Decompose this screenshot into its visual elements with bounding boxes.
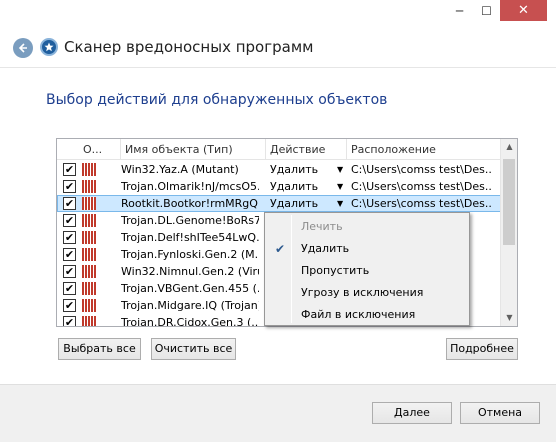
threat-level-icon: [82, 282, 96, 295]
clear-all-button[interactable]: Очистить все: [151, 338, 236, 360]
object-name: Trojan.Midgare.IQ (Trojan): [121, 299, 259, 312]
threat-level-icon: [82, 163, 96, 176]
shield-icon: [40, 38, 58, 56]
object-name: Win32.Yaz.A (Mutant): [121, 163, 239, 176]
object-location: C:\Users\comss test\Des...: [351, 180, 491, 193]
back-arrow-icon[interactable]: [13, 38, 33, 58]
object-location: C:\Users\comss test\Des...: [351, 163, 491, 176]
table-row[interactable]: ✔ Win32.Yaz.A (Mutant) Удалить ▼ C:\User…: [57, 161, 501, 178]
table-row-selected[interactable]: ✔ Rootkit.Bootkor!rmMRgQ... Удалить ▼ C:…: [57, 195, 501, 212]
row-checkbox[interactable]: ✔: [63, 282, 76, 295]
row-checkbox[interactable]: ✔: [63, 180, 76, 193]
menu-item-cure: Лечить: [267, 216, 467, 238]
column-header-object[interactable]: О...: [79, 139, 121, 160]
row-checkbox[interactable]: ✔: [63, 163, 76, 176]
menu-item-file-exclusions[interactable]: Файл в исключения: [267, 304, 467, 326]
scroll-down-icon[interactable]: ▼: [501, 310, 517, 326]
menu-item-delete[interactable]: ✔ Удалить: [267, 238, 467, 260]
scroll-up-icon[interactable]: ▲: [501, 139, 517, 155]
details-button[interactable]: Подробнее: [446, 338, 518, 360]
row-checkbox[interactable]: ✔: [63, 299, 76, 312]
vertical-scrollbar[interactable]: ▲ ▼: [500, 139, 517, 326]
row-checkbox[interactable]: ✔: [63, 265, 76, 278]
object-name: Trojan.DR.Cidox.Gen.3 (...: [121, 316, 259, 327]
row-checkbox[interactable]: ✔: [63, 316, 76, 326]
menu-item-label: Файл в исключения: [301, 308, 416, 321]
page-heading: Выбор действий для обнаруженных объектов: [46, 92, 388, 108]
object-name: Rootkit.Bootkor!rmMRgQ...: [121, 197, 259, 210]
menu-item-label: Удалить: [301, 242, 350, 255]
scrollbar-thumb[interactable]: [503, 159, 515, 245]
threat-level-icon: [82, 180, 96, 193]
menu-item-skip[interactable]: Пропустить: [267, 260, 467, 282]
action-context-menu: Лечить ✔ Удалить Пропустить Угрозу в иск…: [264, 212, 470, 326]
row-checkbox[interactable]: ✔: [63, 248, 76, 261]
column-header-name[interactable]: Имя объекта (Тип): [121, 139, 266, 160]
threat-level-icon: [82, 265, 96, 278]
threat-level-icon: [82, 248, 96, 261]
maximize-button[interactable]: ☐: [473, 0, 500, 21]
column-header-action[interactable]: Действие: [266, 139, 347, 160]
object-name: Trojan.DL.Genome!BoRs7...: [121, 214, 259, 227]
dialog-footer: Далее Отмена: [0, 384, 556, 442]
object-name: Trojan.Fynloski.Gen.2 (M...: [121, 248, 259, 261]
row-checkbox[interactable]: ✔: [63, 214, 76, 227]
menu-item-label: Лечить: [301, 220, 343, 233]
threat-level-icon: [82, 316, 96, 326]
menu-item-label: Угрозу в исключения: [301, 286, 424, 299]
threat-level-icon: [82, 197, 96, 210]
table-row[interactable]: ✔ Trojan.Olmarik!nJ/mcsO5... Удалить ▼ C…: [57, 178, 501, 195]
close-button[interactable]: ✕: [500, 0, 547, 21]
column-header-location[interactable]: Расположение: [347, 139, 501, 160]
object-location: C:\Users\comss test\Des...: [351, 197, 491, 210]
row-checkbox[interactable]: ✔: [63, 231, 76, 244]
list-header: О... Имя объекта (Тип) Действие Располож…: [57, 139, 501, 160]
cancel-button[interactable]: Отмена: [460, 402, 540, 424]
object-name: Win32.Nimnul.Gen.2 (Virus): [121, 265, 259, 278]
chevron-down-icon[interactable]: ▼: [337, 195, 347, 212]
threat-level-icon: [82, 299, 96, 312]
chevron-down-icon[interactable]: ▼: [337, 161, 347, 178]
title-bar: ─ ☐ ✕: [0, 0, 556, 30]
menu-item-label: Пропустить: [301, 264, 370, 277]
chevron-down-icon[interactable]: ▼: [337, 178, 347, 195]
next-button[interactable]: Далее: [372, 402, 452, 424]
threat-level-icon: [82, 231, 96, 244]
threat-level-icon: [82, 214, 96, 227]
row-checkbox[interactable]: ✔: [63, 197, 76, 210]
select-all-button[interactable]: Выбрать все: [58, 338, 141, 360]
window-title: Сканер вредоносных программ: [64, 38, 314, 56]
check-icon: ✔: [275, 242, 286, 256]
minimize-button[interactable]: ─: [446, 0, 473, 21]
title-divider: [0, 67, 556, 68]
object-name: Trojan.Delf!shITee54LwQ...: [121, 231, 259, 244]
object-name: Trojan.Olmarik!nJ/mcsO5...: [121, 180, 259, 193]
object-name: Trojan.VBGent.Gen.455 (...: [121, 282, 259, 295]
menu-item-threat-exclusions[interactable]: Угрозу в исключения: [267, 282, 467, 304]
